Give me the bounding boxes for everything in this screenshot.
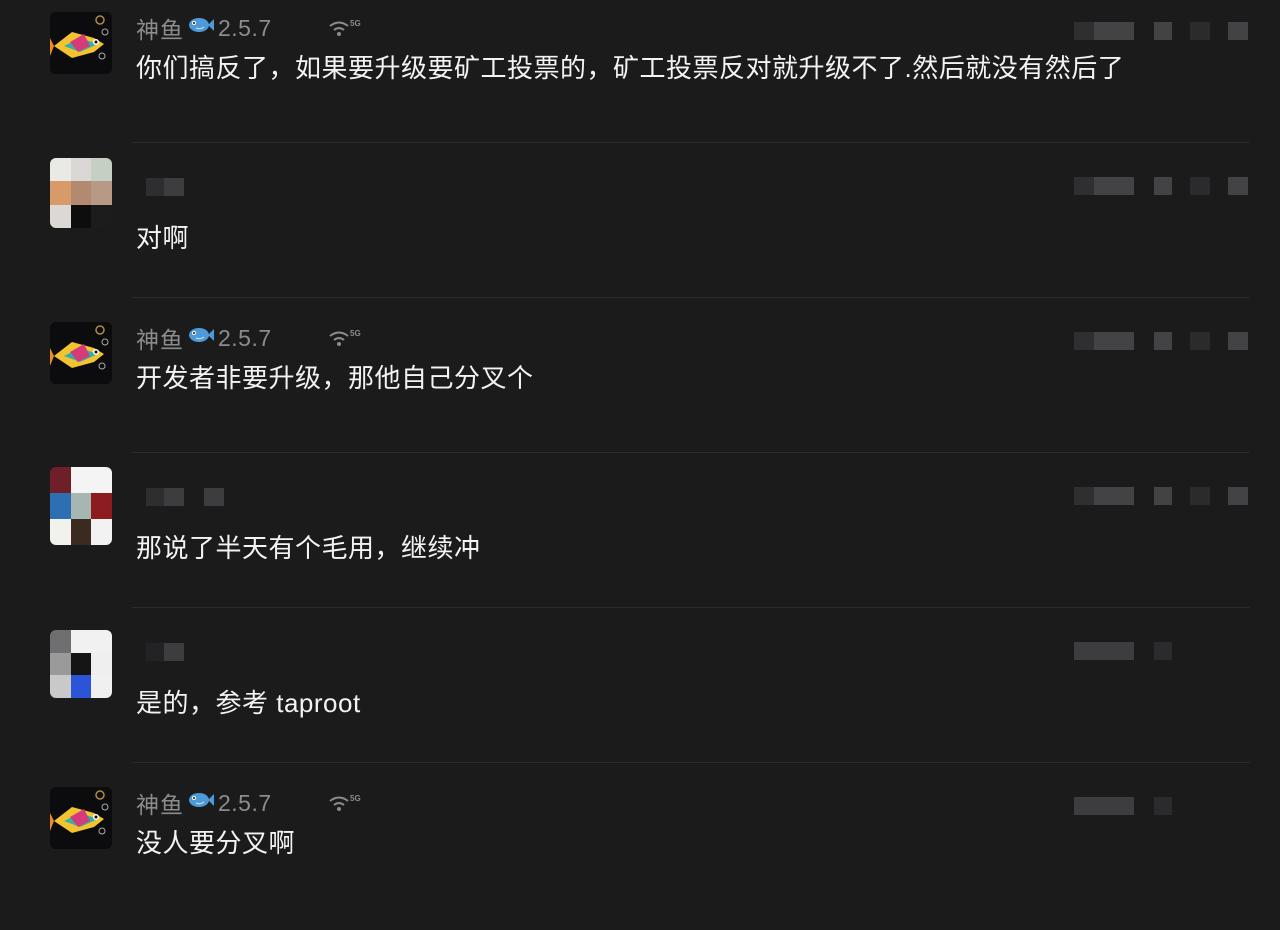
wifi-5g-icon: 5G: [329, 329, 361, 346]
signal-label: 5G: [350, 19, 361, 28]
divider: [132, 297, 1250, 298]
avatar[interactable]: [50, 630, 112, 698]
comment-header: 神鱼 2.5.7: [136, 786, 272, 820]
badge-level: 2.5.7: [218, 789, 272, 816]
comment-text: 对啊: [136, 223, 190, 253]
comment-item: 对啊: [0, 155, 1280, 310]
avatar[interactable]: [50, 787, 112, 849]
comment-item: 是的，参考 taproot: [0, 620, 1280, 775]
fish-icon: [188, 326, 214, 350]
comment-text: 你们搞反了，如果要升级要矿工投票的，矿工投票反对就升级不了.然后就没有然后了: [136, 53, 1125, 83]
comment-text: 是的，参考 taproot: [136, 688, 361, 718]
divider: [132, 142, 1250, 143]
author-name[interactable]: 神鱼: [136, 11, 184, 45]
wifi-5g-icon: 5G: [329, 19, 361, 36]
comment-item: 神鱼 2.5.7 5G 没人要分叉啊: [0, 775, 1280, 930]
comment-text: 没人要分叉啊: [136, 828, 296, 858]
author-name[interactable]: 神鱼: [136, 321, 184, 355]
divider: [132, 607, 1250, 608]
divider: [132, 762, 1250, 763]
comment-meta: [1074, 642, 1172, 660]
avatar[interactable]: [50, 158, 112, 228]
avatar[interactable]: [50, 12, 112, 74]
fish-icon: [188, 791, 214, 815]
comment-text: 那说了半天有个毛用，继续冲: [136, 533, 481, 563]
comment-meta: [1074, 177, 1248, 195]
signal-label: 5G: [350, 794, 361, 803]
fish-avatar-icon: [50, 787, 112, 849]
comment-text: 开发者非要升级，那他自己分叉个: [136, 363, 534, 393]
comment-meta: [1074, 22, 1248, 40]
comment-header: 神鱼 2.5.7: [136, 11, 272, 45]
divider: [132, 452, 1250, 453]
comment-meta: [1074, 487, 1248, 505]
fish-avatar-icon: [50, 322, 112, 384]
badge-level: 2.5.7: [218, 324, 272, 351]
comment-item: 那说了半天有个毛用，继续冲: [0, 465, 1280, 620]
avatar[interactable]: [50, 467, 112, 545]
fish-icon: [188, 16, 214, 40]
comment-header: 神鱼 2.5.7: [136, 321, 272, 355]
author-name[interactable]: [146, 488, 224, 506]
comment-item: 神鱼 2.5.7 5G 开发者非要升级，那他自己分叉个: [0, 310, 1280, 465]
wifi-5g-icon: 5G: [329, 794, 361, 811]
badge-level: 2.5.7: [218, 14, 272, 41]
author-name[interactable]: [146, 643, 184, 661]
comment-meta: [1074, 797, 1172, 815]
comment-meta: [1074, 332, 1248, 350]
signal-label: 5G: [350, 329, 361, 338]
fish-avatar-icon: [50, 12, 112, 74]
author-name[interactable]: [146, 178, 184, 196]
avatar[interactable]: [50, 322, 112, 384]
author-name[interactable]: 神鱼: [136, 786, 184, 820]
comment-item: 神鱼 2.5.7 5G 你们搞反了，如果要升级要矿工投票的，矿工投票反对就升级不…: [0, 0, 1280, 155]
